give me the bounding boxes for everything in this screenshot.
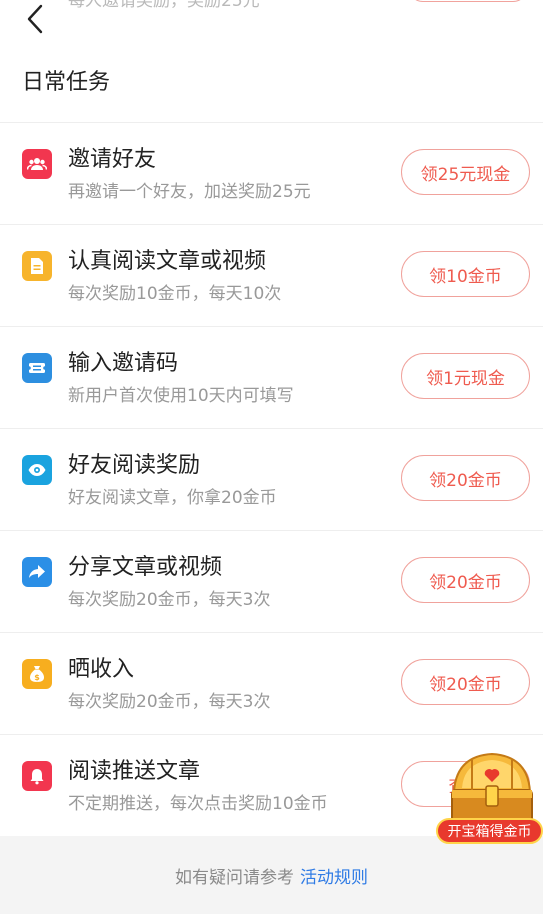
bell-icon: [22, 761, 52, 791]
claim-button[interactable]: 领10金币: [401, 251, 530, 297]
document-icon: [22, 251, 52, 281]
task-list: 邀请好友 再邀请一个好友，加送奖励25元 领25元现金 认真阅读文章或视频 每次…: [0, 123, 543, 837]
task-title: 分享文章或视频: [68, 555, 223, 580]
claim-button[interactable]: 领20金币: [401, 557, 530, 603]
claim-button[interactable]: 领20金币: [401, 659, 530, 705]
task-row-read-articles: 认真阅读文章或视频 每次奖励10金币，每天10次 领10金币: [0, 225, 543, 327]
svg-text:$: $: [34, 673, 40, 682]
task-row-invite-code: 输入邀请码 新用户首次使用10天内可填写 领1元现金: [0, 327, 543, 429]
task-desc: 新用户首次使用10天内可填写: [68, 386, 294, 406]
claim-button[interactable]: 领25元现金: [401, 149, 530, 195]
task-title: 输入邀请码: [68, 351, 179, 376]
task-desc: 每次奖励20金币，每天3次: [68, 590, 271, 610]
chevron-left-icon: [27, 4, 43, 34]
claim-button[interactable]: 领1元现金: [401, 353, 530, 399]
header-cut-text: 每人邀请奖励，奖励25元: [68, 0, 260, 11]
task-title: 好友阅读奖励: [68, 453, 201, 478]
task-desc: 每次奖励20金币，每天3次: [68, 692, 271, 712]
back-button[interactable]: [22, 2, 52, 36]
task-title: 认真阅读文章或视频: [68, 249, 267, 274]
header-cut-button[interactable]: [408, 0, 528, 2]
task-title: 晒收入: [68, 657, 135, 682]
task-desc: 每次奖励10金币，每天10次: [68, 284, 282, 304]
activity-rules-link[interactable]: 活动规则: [300, 863, 368, 888]
money-bag-icon: $: [22, 659, 52, 689]
task-desc: 再邀请一个好友，加送奖励25元: [68, 182, 311, 202]
task-title: 阅读推送文章: [68, 759, 201, 784]
section-title: 日常任务: [22, 70, 111, 95]
treasure-chest-button[interactable]: 开宝箱得金币: [436, 748, 543, 850]
task-row-invite-friends: 邀请好友 再邀请一个好友，加送奖励25元 领25元现金: [0, 123, 543, 225]
top-bar: 每人邀请奖励，奖励25元: [0, 0, 543, 50]
treasure-label: 开宝箱得金币: [436, 818, 543, 844]
ticket-icon: [22, 353, 52, 383]
task-desc: 不定期推送，每次点击奖励10金币: [68, 794, 328, 814]
claim-button[interactable]: 领20金币: [401, 455, 530, 501]
task-row-show-income: $ 晒收入 每次奖励20金币，每天3次 领20金币: [0, 633, 543, 735]
task-title: 邀请好友: [68, 147, 157, 172]
task-row-share: 分享文章或视频 每次奖励20金币，每天3次 领20金币: [0, 531, 543, 633]
task-row-friend-reading: 好友阅读奖励 好友阅读文章，你拿20金币 领20金币: [0, 429, 543, 531]
people-icon: [22, 149, 52, 179]
footer-text: 如有疑问请参考: [175, 867, 294, 888]
share-arrow-icon: [22, 557, 52, 587]
eye-icon: [22, 455, 52, 485]
task-desc: 好友阅读文章，你拿20金币: [68, 488, 277, 508]
